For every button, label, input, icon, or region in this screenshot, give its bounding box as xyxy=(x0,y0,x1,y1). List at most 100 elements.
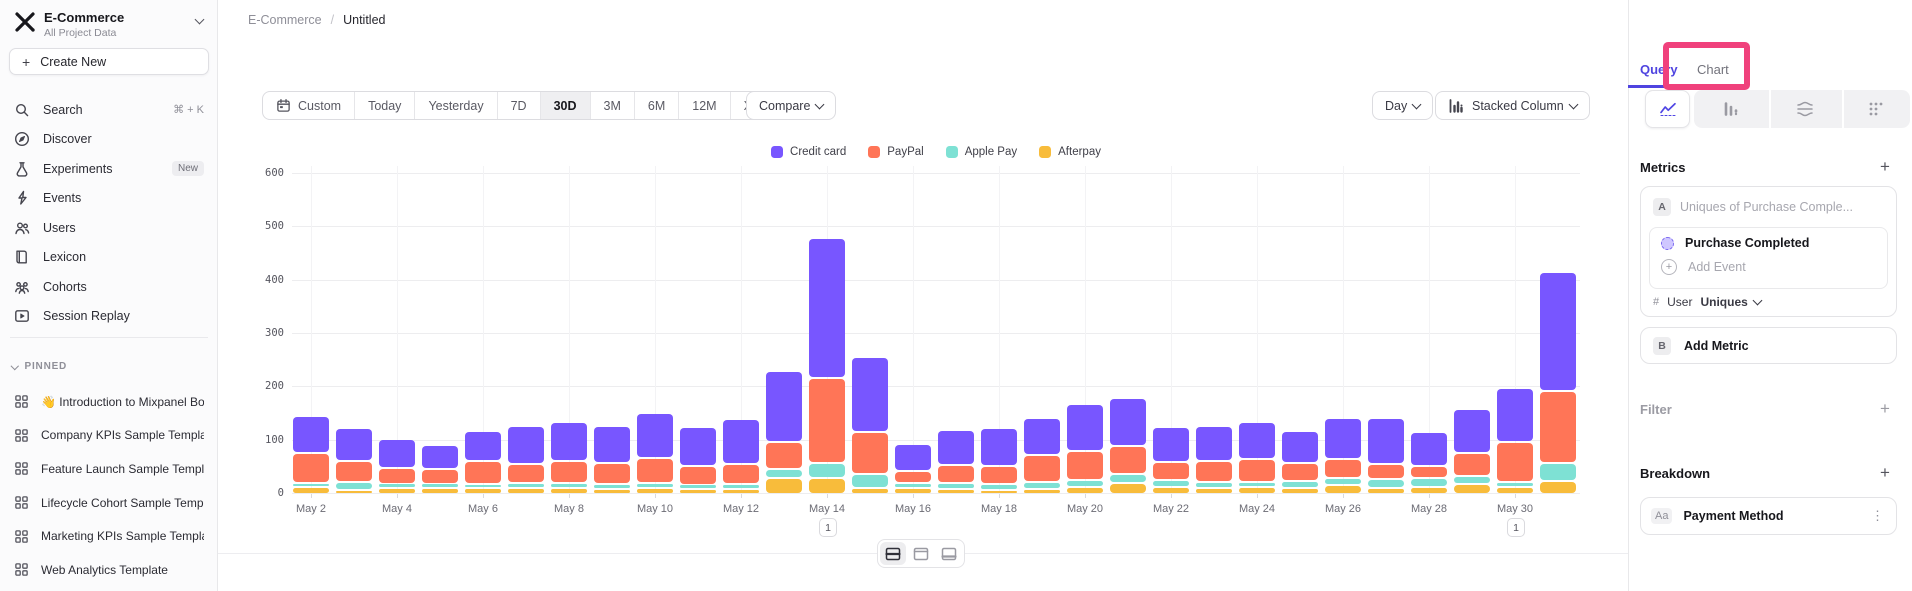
pinned-board-item[interactable]: 👋 Introduction to Mixpanel Bo xyxy=(6,385,212,419)
bar-segment-paypal[interactable] xyxy=(1368,465,1404,478)
bar-may-31[interactable] xyxy=(1540,0,1576,493)
bar-may-19[interactable] xyxy=(1024,0,1060,493)
bar-segment-credit-card[interactable] xyxy=(379,440,415,467)
bar-segment-afterpay[interactable] xyxy=(1368,489,1404,493)
bar-segment-paypal[interactable] xyxy=(508,465,544,483)
metric-name-placeholder[interactable]: Uniques of Purchase Comple... xyxy=(1680,200,1853,214)
bar-may-23[interactable] xyxy=(1196,0,1232,493)
bar-segment-paypal[interactable] xyxy=(1282,464,1318,480)
bar-segment-apple-pay[interactable] xyxy=(1368,480,1404,487)
bar-segment-apple-pay[interactable] xyxy=(594,485,630,488)
sidebar-item-lexicon[interactable]: Lexicon xyxy=(6,243,212,273)
bar-segment-afterpay[interactable] xyxy=(508,489,544,493)
bar-segment-credit-card[interactable] xyxy=(1540,273,1576,390)
bar-segment-credit-card[interactable] xyxy=(551,423,587,460)
bar-segment-credit-card[interactable] xyxy=(465,432,501,460)
bar-segment-paypal[interactable] xyxy=(336,462,372,481)
bar-segment-paypal[interactable] xyxy=(1454,454,1490,475)
bar-segment-paypal[interactable] xyxy=(1067,452,1103,479)
bar-may-28[interactable] xyxy=(1411,0,1447,493)
add-breakdown-plus-button[interactable]: + xyxy=(1880,466,1890,480)
pinned-board-item[interactable]: Marketing KPIs Sample Templat xyxy=(6,519,212,553)
bar-segment-afterpay[interactable] xyxy=(1067,488,1103,493)
bar-segment-apple-pay[interactable] xyxy=(1282,482,1318,487)
bar-segment-credit-card[interactable] xyxy=(1411,433,1447,465)
bar-segment-apple-pay[interactable] xyxy=(1497,483,1533,486)
bar-segment-credit-card[interactable] xyxy=(1497,389,1533,441)
bar-segment-paypal[interactable] xyxy=(809,379,845,462)
bar-segment-apple-pay[interactable] xyxy=(1024,483,1060,487)
bar-segment-credit-card[interactable] xyxy=(1454,410,1490,452)
bar-may-8[interactable] xyxy=(551,0,587,493)
bar-may-6[interactable] xyxy=(465,0,501,493)
bar-segment-paypal[interactable] xyxy=(680,467,716,484)
tab-retention-dots-icon[interactable] xyxy=(1867,100,1885,118)
bar-segment-apple-pay[interactable] xyxy=(508,484,544,487)
layout-chart-only-button[interactable] xyxy=(908,542,934,565)
sidebar-item-discover[interactable]: Discover xyxy=(6,125,212,155)
bar-segment-paypal[interactable] xyxy=(981,467,1017,483)
layout-split-button[interactable] xyxy=(880,542,906,565)
bar-segment-afterpay[interactable] xyxy=(1282,489,1318,493)
bar-segment-credit-card[interactable] xyxy=(1368,419,1404,463)
bar-segment-afterpay[interactable] xyxy=(465,489,501,493)
bar-segment-apple-pay[interactable] xyxy=(465,485,501,488)
bar-segment-credit-card[interactable] xyxy=(809,239,845,377)
bar-segment-apple-pay[interactable] xyxy=(336,483,372,489)
bar-may-25[interactable] xyxy=(1282,0,1318,493)
bar-segment-credit-card[interactable] xyxy=(1282,432,1318,462)
bar-may-24[interactable] xyxy=(1239,0,1275,493)
bar-segment-apple-pay[interactable] xyxy=(637,484,673,487)
bar-segment-afterpay[interactable] xyxy=(938,490,974,493)
sidebar-item-users[interactable]: Users xyxy=(6,213,212,243)
bar-segment-paypal[interactable] xyxy=(1411,467,1447,477)
tab-query[interactable]: Query xyxy=(1640,62,1678,77)
bar-segment-apple-pay[interactable] xyxy=(551,484,587,487)
bar-segment-afterpay[interactable] xyxy=(551,489,587,493)
bar-segment-apple-pay[interactable] xyxy=(1196,483,1232,486)
bar-segment-apple-pay[interactable] xyxy=(809,464,845,477)
bar-may-7[interactable] xyxy=(508,0,544,493)
bar-segment-afterpay[interactable] xyxy=(1411,488,1447,493)
bar-segment-apple-pay[interactable] xyxy=(1067,481,1103,486)
bar-segment-paypal[interactable] xyxy=(1497,443,1533,482)
bar-segment-afterpay[interactable] xyxy=(1196,489,1232,493)
bar-segment-credit-card[interactable] xyxy=(293,417,329,452)
bar-segment-afterpay[interactable] xyxy=(1497,488,1533,493)
bar-segment-paypal[interactable] xyxy=(895,472,931,482)
bar-segment-apple-pay[interactable] xyxy=(1110,475,1146,482)
bar-segment-paypal[interactable] xyxy=(293,454,329,482)
bar-segment-paypal[interactable] xyxy=(1196,462,1232,481)
project-name[interactable]: E-Commerce xyxy=(44,10,124,25)
add-metric-card[interactable]: B Add Metric xyxy=(1640,327,1897,364)
pinned-board-item[interactable]: Lifecycle Cohort Sample Temp xyxy=(6,486,212,520)
kebab-menu-icon[interactable]: ⋮ xyxy=(1871,508,1884,524)
bar-segment-paypal[interactable] xyxy=(551,462,587,482)
bar-may-10[interactable] xyxy=(637,0,673,493)
layout-table-only-button[interactable] xyxy=(936,542,962,565)
annotation-count-badge[interactable]: 1 xyxy=(1507,518,1525,537)
bar-segment-paypal[interactable] xyxy=(766,443,802,468)
sidebar-item-experiments[interactable]: ExperimentsNew xyxy=(6,154,212,184)
create-new-button[interactable]: + Create New xyxy=(9,48,209,75)
bar-may-18[interactable] xyxy=(981,0,1017,493)
bar-segment-credit-card[interactable] xyxy=(1325,419,1361,458)
bar-segment-paypal[interactable] xyxy=(1024,456,1060,481)
bar-may-9[interactable] xyxy=(594,0,630,493)
bar-segment-apple-pay[interactable] xyxy=(938,484,974,488)
bar-may-12[interactable] xyxy=(723,0,759,493)
bar-may-26[interactable] xyxy=(1325,0,1361,493)
bar-segment-afterpay[interactable] xyxy=(1153,488,1189,493)
bar-segment-credit-card[interactable] xyxy=(1024,419,1060,454)
bar-segment-afterpay[interactable] xyxy=(594,490,630,493)
bar-segment-credit-card[interactable] xyxy=(938,431,974,464)
pinned-board-item[interactable]: Company KPIs Sample Templat xyxy=(6,419,212,453)
bar-segment-apple-pay[interactable] xyxy=(1540,464,1576,480)
add-metric-plus-button[interactable]: + xyxy=(1880,160,1890,174)
event-row[interactable]: Purchase Completed xyxy=(1661,236,1887,250)
bar-may-5[interactable] xyxy=(422,0,458,493)
tab-funnel-bars-icon[interactable] xyxy=(1722,100,1740,118)
bar-segment-paypal[interactable] xyxy=(938,466,974,482)
tab-flow-icon[interactable] xyxy=(1796,100,1814,118)
bar-segment-apple-pay[interactable] xyxy=(895,484,931,487)
